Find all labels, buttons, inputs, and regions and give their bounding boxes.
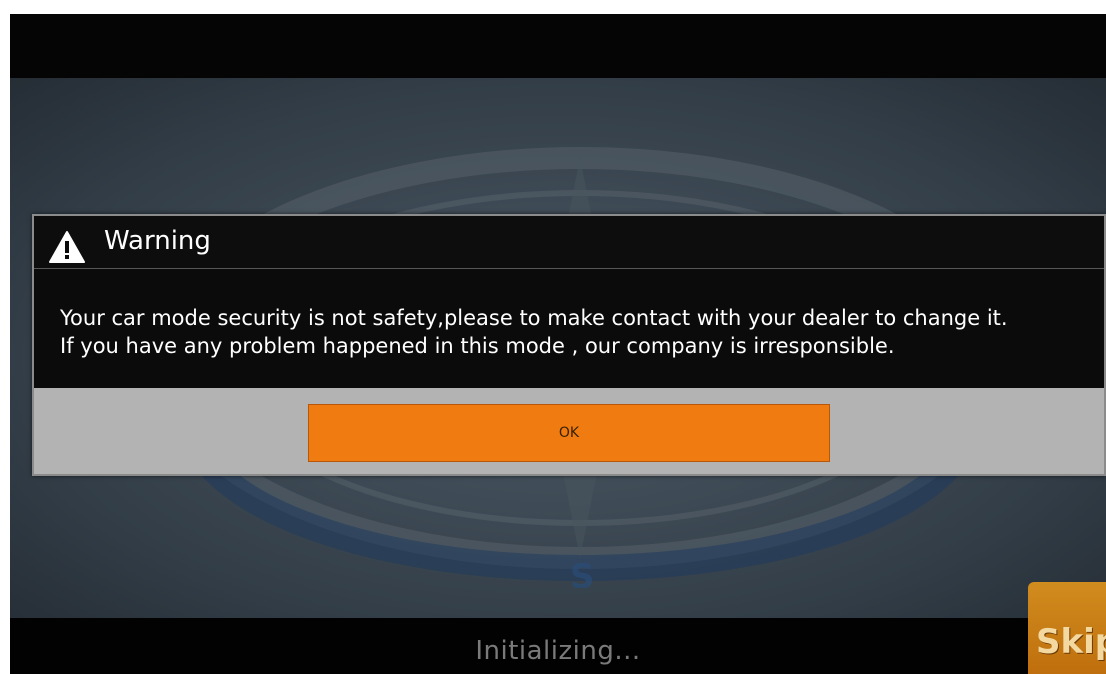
warning-dialog: Warning Your car mode security is not sa… [32, 214, 1106, 476]
dialog-message: Your car mode security is not safety,ple… [60, 304, 1100, 360]
skip-button[interactable]: Skip [1028, 582, 1106, 674]
bottom-status-bar: Initializing... [10, 618, 1106, 674]
status-text: Initializing... [475, 636, 641, 666]
dialog-message-line: If you have any problem happened in this… [60, 334, 895, 358]
ok-button[interactable]: OK [308, 404, 830, 462]
top-bar [10, 14, 1106, 78]
dialog-title: Warning [104, 226, 211, 256]
device-screen: S Initializing... Skip Warning Your car … [10, 14, 1106, 674]
dialog-message-line: Your car mode security is not safety,ple… [60, 306, 1008, 330]
dialog-button-bar: OK [34, 388, 1104, 474]
dialog-title-bar: Warning [34, 216, 1104, 269]
warning-icon [49, 231, 85, 263]
compass-south-letter: S [570, 557, 595, 588]
